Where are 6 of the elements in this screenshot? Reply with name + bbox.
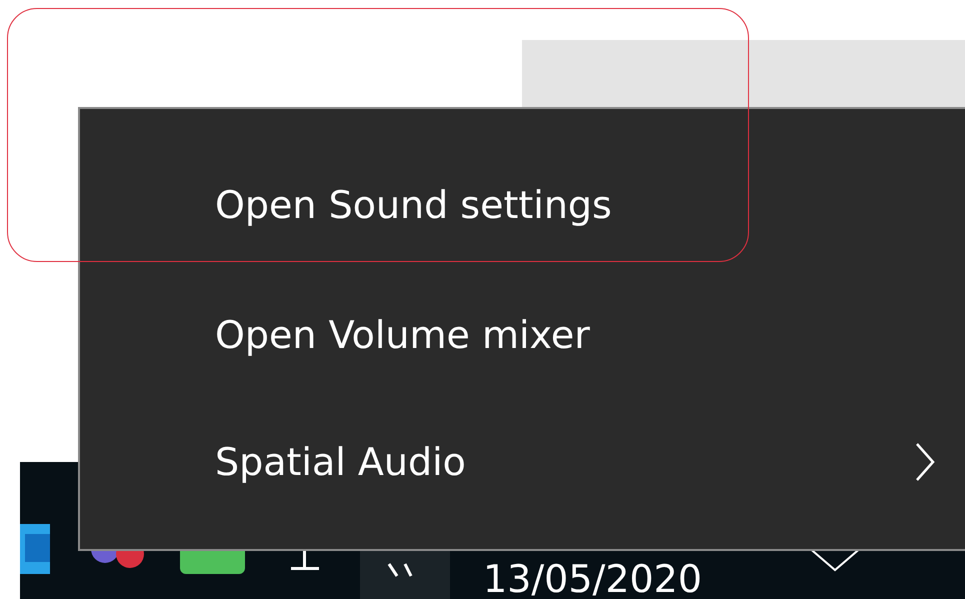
menu-item[interactable]: Open Sound settings [80, 143, 965, 271]
date-text[interactable]: 13/05/2020 [483, 555, 702, 599]
chevron-right-icon [915, 442, 935, 482]
menu-item[interactable]: Spatial Audio [80, 398, 965, 525]
menu-item[interactable]: Open Volume mixer [80, 271, 965, 398]
speaker-icon [387, 563, 413, 577]
